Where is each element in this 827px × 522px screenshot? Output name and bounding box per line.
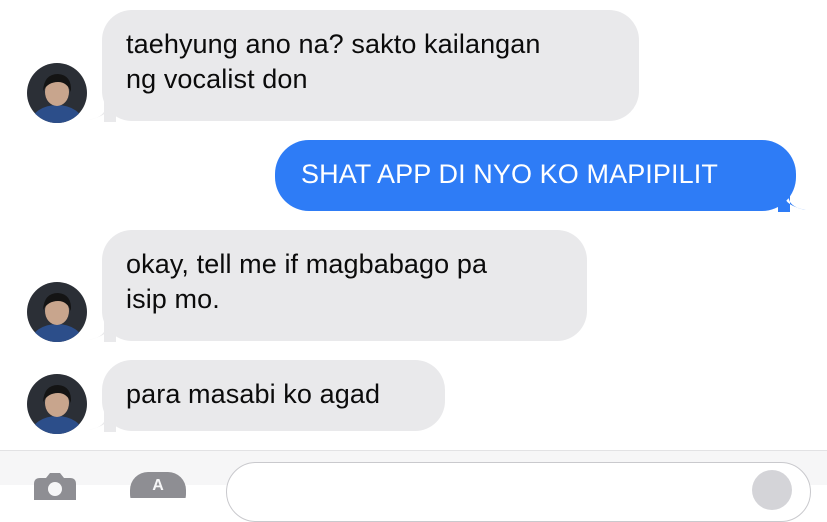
- app-store-icon[interactable]: A: [128, 468, 188, 498]
- incoming-message-bubble[interactable]: taehyung ano na? sakto kailangan ng voca…: [102, 10, 639, 121]
- sender-avatar[interactable]: [27, 282, 87, 342]
- sender-avatar[interactable]: [27, 63, 87, 123]
- sender-avatar[interactable]: [27, 374, 87, 434]
- audio-icon[interactable]: [752, 470, 792, 510]
- incoming-message-bubble[interactable]: para masabi ko agad: [102, 360, 445, 431]
- camera-icon[interactable]: [30, 470, 80, 500]
- svg-text:A: A: [152, 477, 164, 494]
- message-input[interactable]: [226, 462, 811, 522]
- outgoing-message-bubble[interactable]: SHAT APP DI NYO KO MAPIPILIT: [275, 140, 796, 211]
- incoming-message-bubble[interactable]: okay, tell me if magbabago pa isip mo.: [102, 230, 587, 341]
